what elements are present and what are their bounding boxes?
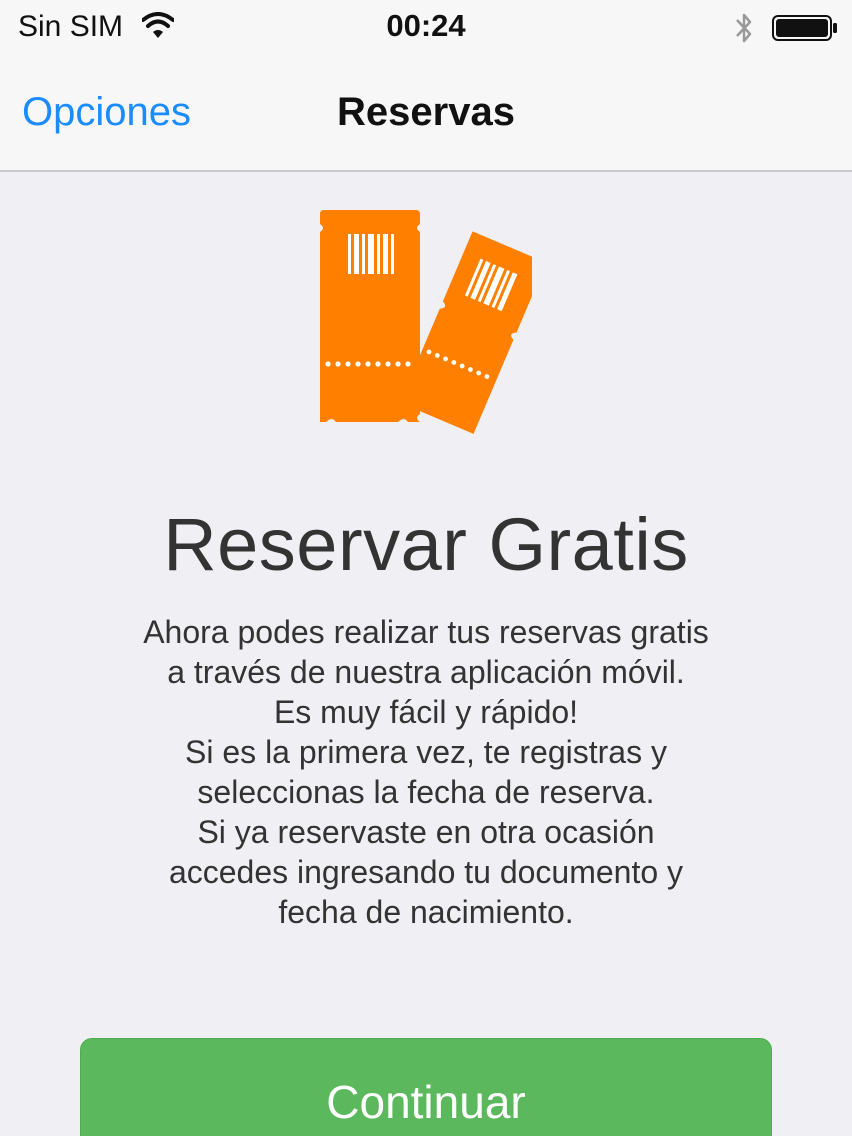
main-content: Reservar Gratis Ahora podes realizar tus… [0,172,852,1136]
battery-icon [772,15,837,41]
description-line: Es muy fácil y rápido! [273,694,579,730]
description-line: a través de nuestra aplicación móvil. [167,654,685,690]
bluetooth-icon [736,13,752,43]
status-bar: Sin SIM 00:24 [0,0,852,56]
continue-button[interactable]: Continuar [80,1038,772,1136]
description-text: Ahora podes realizar tus reservas gratis… [60,612,792,932]
headline: Reservar Gratis [163,503,689,586]
description-line: Si ya reservaste en otra ocasión [197,814,655,850]
tickets-icon [320,210,532,434]
description-line: seleccionas la fecha de reserva. [197,774,655,810]
options-button[interactable]: Opciones [22,90,191,135]
app-screen: Sin SIM 00:24 Reservas Opciones Reservar… [0,0,852,1136]
description-line: accedes ingresando tu documento y [168,854,684,890]
description-line: Ahora podes realizar tus reservas gratis [143,614,709,650]
status-time: 00:24 [386,8,466,43]
navigation-bar: Reservas Opciones [0,56,852,172]
description-line: Si es la primera vez, te registras y [185,734,667,770]
description-line: fecha de nacimiento. [278,894,574,930]
